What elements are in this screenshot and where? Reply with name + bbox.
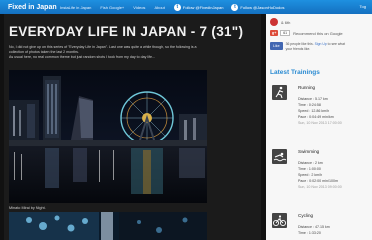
like-label: Like [273,44,280,48]
avatar [270,18,278,26]
post-body-line: As usual here, no real common theme but … [9,55,156,59]
latest-trainings-heading: Latest Trainings [270,69,320,76]
fb-like-count-text: 36 people like this. [285,42,314,46]
blog-post: EVERYDAY LIFE IN JAPAN - 7 (31") No, I d… [4,14,261,240]
training-time: Time : 1:33:20 [298,231,321,235]
training-date: Sun, 10 Nov 2013 17:00:00 [298,121,342,125]
follow-row[interactable]: & 6th [270,18,290,26]
post-body: No, I did not give up on this series of … [9,45,254,60]
google-plus-text: Recommend this on Google [293,30,343,36]
training-date: Sun, 10 Nov 2013 09:00:00 [298,185,342,189]
nav-about[interactable]: About [154,5,164,10]
twitter-follow-button-1[interactable]: t Follow @FixedinJapan [173,3,224,11]
night-city-photo[interactable] [9,70,207,203]
twitter-follow-label-2: Follow @JasonHoDodos [240,4,285,10]
night-city-photo-graphic [9,70,207,203]
nav-fish-google[interactable]: Fish Google+ [100,5,124,10]
nav-instalife[interactable]: InstaLife in Japan [60,5,91,10]
training-item-swimming[interactable]: Swimming Distance : 2 km Time : 1:00:00 … [270,147,368,201]
google-plus-button[interactable]: g+ [270,30,279,36]
google-plus-count: 61 [280,30,291,36]
training-item-cycling[interactable]: Cycling Distance : 47.15 km Time : 1:33:… [270,211,368,240]
follow-label: & 6th [281,19,291,25]
facebook-like-text: 36 people like this. Sign Up to see what… [286,42,350,51]
sidebar: & 6th g+ 61 Recommend this on Google Lik… [266,14,372,240]
cycling-icon [272,213,287,228]
facebook-like-button[interactable]: Like [270,42,283,50]
site-brand[interactable]: Fixed in Japan [0,4,60,11]
twitter-follow-button-2[interactable]: t Follow @JasonHoDodos [231,3,285,11]
photo-caption: Minato Mirai by Night. [9,206,46,210]
twitter-icon: t [173,3,181,11]
training-details: Distance : 47.15 km Time : 1:33:20 [298,224,330,236]
training-type: Swimming [298,149,320,154]
training-item-running[interactable]: Running Distance : 5.17 km Time : 0:24:5… [270,83,368,137]
training-details: Distance : 5.17 km Time : 0:24:58 Speed … [298,96,342,126]
nav-videos[interactable]: Videos [133,5,145,10]
swimming-icon [272,149,287,164]
fb-signup-link[interactable]: Sign Up [315,42,327,46]
training-type: Cycling [298,213,314,218]
twitter-icon: t [231,3,239,11]
twitter-follow-label-1: Follow @FixedinJapan [182,4,224,10]
training-type: Running [298,85,316,90]
post-title[interactable]: EVERYDAY LIFE IN JAPAN - 7 (31") [9,24,243,39]
top-navigation-bar: Fixed in Japan InstaLife in Japan Fish G… [0,0,372,14]
running-icon [272,85,287,100]
toggle-link[interactable]: Tog [360,4,366,9]
facebook-like-row: Like 36 people like this. Sign Up to see… [270,42,350,51]
google-plus-row: g+ 61 Recommend this on Google [270,30,343,36]
training-details: Distance : 2 km Time : 1:00:00 Speed : 2… [298,160,342,190]
blue-lights-photo-graphic [9,212,207,240]
blue-lights-photo[interactable] [9,212,207,240]
